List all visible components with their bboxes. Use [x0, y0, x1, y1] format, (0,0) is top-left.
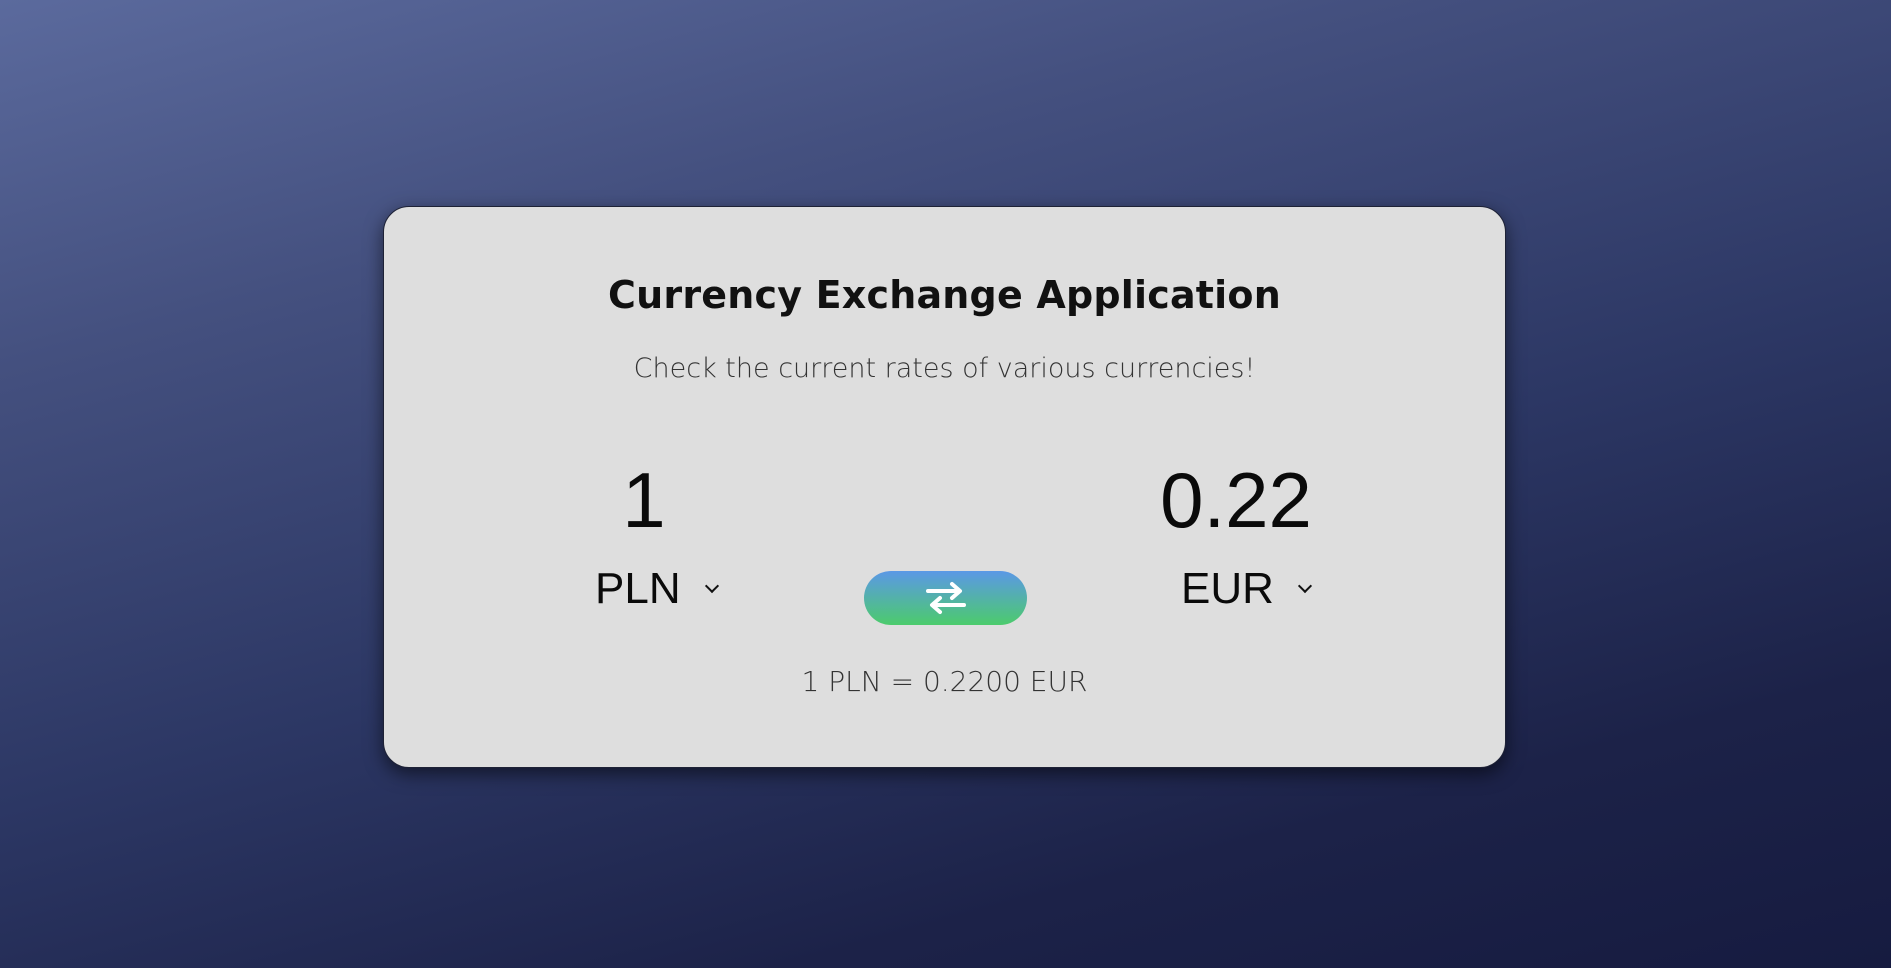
chevron-down-icon	[704, 578, 719, 594]
to-amount-input[interactable]	[1106, 455, 1366, 546]
page-subtitle: Check the current rates of various curre…	[633, 353, 1256, 384]
exchange-rate-text: 1 PLN = 0.2200 EUR	[801, 665, 1088, 698]
swap-arrows-icon	[925, 582, 966, 614]
from-amount-input[interactable]	[514, 455, 774, 546]
chevron-down-icon	[1297, 578, 1312, 594]
to-currency-select[interactable]: EUR	[1181, 564, 1312, 613]
from-currency-select[interactable]: PLN	[595, 564, 719, 613]
from-currency-label: PLN	[595, 564, 681, 613]
page-title: Currency Exchange Application	[608, 273, 1281, 317]
to-currency-label: EUR	[1181, 564, 1274, 613]
converter-card: Currency Exchange Application Check the …	[383, 206, 1506, 768]
swap-button[interactable]	[864, 571, 1027, 625]
